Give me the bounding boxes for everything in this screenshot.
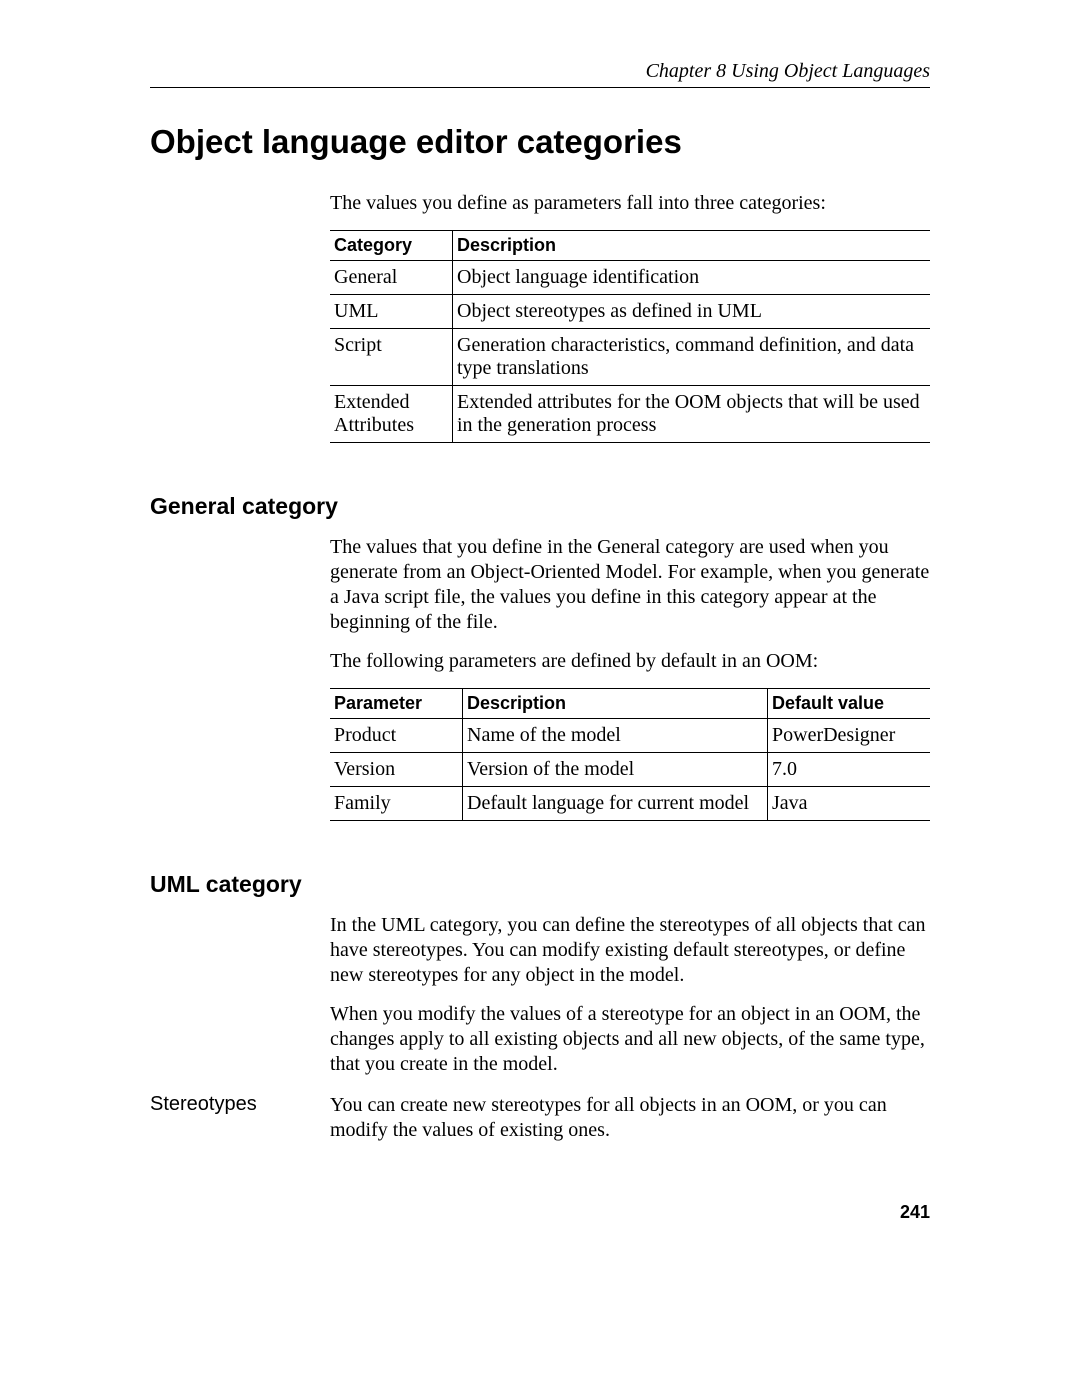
cell: Version of the model — [463, 753, 768, 787]
cell: Default language for current model — [463, 787, 768, 821]
running-header: Chapter 8 Using Object Languages — [150, 60, 930, 88]
page-number: 241 — [150, 1202, 930, 1223]
cell: Product — [330, 719, 463, 753]
table-row: UML Object stereotypes as defined in UML — [330, 295, 930, 329]
uml-p3: You can create new stereotypes for all o… — [330, 1093, 930, 1143]
cell: General — [330, 261, 453, 295]
cell: Name of the model — [463, 719, 768, 753]
uml-block: In the UML category, you can define the … — [330, 913, 930, 1077]
cell: Script — [330, 329, 453, 386]
uml-p1: In the UML category, you can define the … — [330, 913, 930, 988]
table-row: Extended Attributes Extended attributes … — [330, 386, 930, 443]
intro-text: The values you define as parameters fall… — [330, 191, 930, 216]
parameters-table: Parameter Description Default value Prod… — [330, 688, 930, 821]
col-description: Description — [453, 231, 931, 261]
col-description: Description — [463, 689, 768, 719]
col-category: Category — [330, 231, 453, 261]
cell: Extended Attributes — [330, 386, 453, 443]
categories-table: Category Description General Object lang… — [330, 230, 930, 443]
table-row: Script Generation characteristics, comma… — [330, 329, 930, 386]
col-default-value: Default value — [768, 689, 931, 719]
general-block: The values that you define in the Genera… — [330, 535, 930, 821]
cell: Java — [768, 787, 931, 821]
table-row: Product Name of the model PowerDesigner — [330, 719, 930, 753]
col-parameter: Parameter — [330, 689, 463, 719]
general-p2: The following parameters are defined by … — [330, 649, 930, 674]
cell: Family — [330, 787, 463, 821]
cell: 7.0 — [768, 753, 931, 787]
cell: Object language identification — [453, 261, 931, 295]
table-row: General Object language identification — [330, 261, 930, 295]
stereotypes-row: Stereotypes You can create new stereotyp… — [150, 1093, 930, 1157]
table-row: Version Version of the model 7.0 — [330, 753, 930, 787]
cell: PowerDesigner — [768, 719, 931, 753]
general-p1: The values that you define in the Genera… — [330, 535, 930, 635]
page-title: Object language editor categories — [150, 123, 930, 161]
cell: Object stereotypes as defined in UML — [453, 295, 931, 329]
cell: Extended attributes for the OOM objects … — [453, 386, 931, 443]
page: Chapter 8 Using Object Languages Object … — [0, 0, 1080, 1283]
table-row: Family Default language for current mode… — [330, 787, 930, 821]
margin-label-stereotypes: Stereotypes — [150, 1093, 330, 1157]
section-uml-heading: UML category — [150, 871, 930, 898]
cell: UML — [330, 295, 453, 329]
section-general-heading: General category — [150, 493, 930, 520]
cell: Generation characteristics, command defi… — [453, 329, 931, 386]
cell: Version — [330, 753, 463, 787]
intro-block: The values you define as parameters fall… — [330, 191, 930, 443]
uml-p2: When you modify the values of a stereoty… — [330, 1002, 930, 1077]
